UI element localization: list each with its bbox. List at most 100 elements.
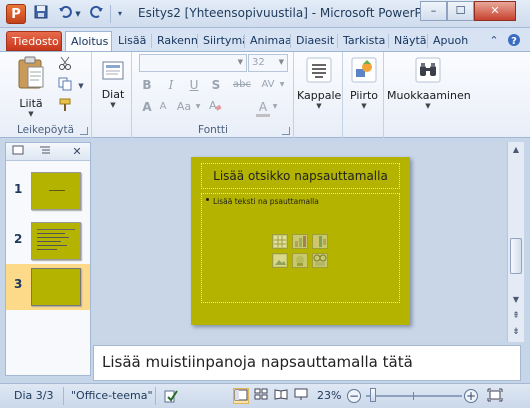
fit-to-window-icon[interactable]: [487, 388, 503, 404]
svg-text:?: ?: [511, 36, 517, 47]
slide-thumbnail-row[interactable]: 1: [6, 170, 90, 218]
slide-thumbnail[interactable]: [31, 222, 81, 260]
slides-group: Diat ▼: [93, 52, 132, 138]
slides-panel: ✕ 1 2 3: [5, 142, 91, 376]
italic-button[interactable]: I: [163, 77, 179, 93]
new-slide-button[interactable]: Diat ▼: [96, 60, 130, 109]
scroll-down-icon[interactable]: ▼: [508, 292, 524, 308]
strikethrough-button[interactable]: abc: [231, 77, 253, 93]
tab-transitions[interactable]: Siirtymä: [198, 31, 244, 51]
customize-qat-icon[interactable]: ▾: [113, 5, 127, 23]
notes-pane[interactable]: Lisää muistiinpanoja napsauttamalla tätä: [93, 345, 521, 381]
insert-media-icon[interactable]: [312, 253, 328, 268]
tab-view[interactable]: Näytä: [389, 31, 427, 51]
slide-thumbnail[interactable]: [31, 268, 81, 306]
cut-icon[interactable]: [56, 56, 74, 74]
paste-button[interactable]: Liitä ▼: [10, 55, 52, 118]
editing-button[interactable]: Muokkaaminen ▼: [387, 57, 471, 110]
paste-dropdown-icon[interactable]: ▼: [10, 110, 52, 118]
paragraph-button[interactable]: Kappale ▼: [297, 57, 341, 110]
font-name-dropdown-icon[interactable]: ▼: [238, 58, 243, 66]
content-placeholder[interactable]: Lisää teksti na psauttamalla: [201, 193, 400, 303]
font-color-button[interactable]: A: [255, 99, 271, 115]
next-slide-icon[interactable]: ⇟: [508, 324, 524, 340]
redo-icon[interactable]: [88, 5, 106, 23]
zoom-slider-track[interactable]: [366, 392, 462, 400]
font-size-dropdown-icon[interactable]: ▼: [279, 58, 284, 66]
shadow-button[interactable]: S: [208, 77, 224, 93]
tab-file[interactable]: Tiedosto: [6, 31, 62, 51]
outline-tab-icon[interactable]: [36, 144, 54, 160]
insert-chart-icon[interactable]: [292, 234, 308, 249]
tab-slideshow[interactable]: Diaesit: [291, 31, 337, 51]
tab-animations[interactable]: Animaa: [245, 31, 290, 51]
scrollbar-thumb[interactable]: [510, 238, 522, 274]
previous-slide-icon[interactable]: ⇞: [508, 308, 524, 324]
slide-thumbnail-row[interactable]: 2: [6, 220, 90, 268]
paragraph-dropdown-icon[interactable]: ▼: [297, 102, 341, 110]
undo-dropdown-icon[interactable]: ▼: [73, 5, 83, 23]
clear-formatting-icon[interactable]: A: [207, 98, 223, 114]
slide-thumbnail-row-selected[interactable]: 3: [6, 264, 90, 310]
character-spacing-button[interactable]: AV: [258, 77, 278, 93]
paste-label: Liitä: [19, 97, 43, 110]
zoom-in-icon[interactable]: +: [464, 389, 478, 403]
tab-addins[interactable]: Apuoh: [428, 31, 472, 51]
zoom-out-icon[interactable]: −: [347, 389, 361, 403]
copy-dropdown-icon[interactable]: ▼: [72, 77, 90, 95]
tab-review[interactable]: Tarkista: [338, 31, 388, 51]
slide-number: 3: [14, 277, 23, 291]
drawing-dropdown-icon[interactable]: ▼: [344, 102, 384, 110]
normal-view-icon[interactable]: [233, 388, 249, 404]
font-name-select[interactable]: ▼: [139, 54, 247, 72]
format-painter-icon[interactable]: [56, 98, 74, 116]
insert-clipart-icon[interactable]: [292, 253, 308, 268]
font-size-select[interactable]: 32 ▼: [248, 54, 288, 72]
theme-name[interactable]: "Office-teema": [71, 389, 153, 402]
change-case-button[interactable]: Aa: [173, 99, 195, 115]
slide-sorter-view-icon[interactable]: [253, 388, 269, 404]
tab-home[interactable]: Aloitus: [65, 31, 112, 51]
slide-thumbnail[interactable]: [31, 172, 81, 210]
zoom-slider-thumb[interactable]: [369, 388, 376, 402]
powerpoint-app-icon[interactable]: P: [6, 4, 26, 24]
grow-font-button[interactable]: A: [139, 99, 155, 115]
insert-picture-icon[interactable]: [272, 253, 288, 268]
undo-icon[interactable]: [56, 5, 74, 23]
slideshow-view-icon[interactable]: [293, 388, 309, 404]
case-dropdown-icon[interactable]: ▼: [194, 99, 202, 115]
drawing-button[interactable]: Piirto ▼: [344, 57, 384, 110]
minimize-ribbon-icon[interactable]: ⌃: [486, 33, 502, 49]
maximize-button[interactable]: ☐: [447, 1, 474, 21]
reading-view-icon[interactable]: [273, 388, 289, 404]
help-icon[interactable]: ?: [506, 33, 522, 49]
close-button[interactable]: ✕: [474, 1, 516, 21]
font-group-label: Fontti: [198, 124, 228, 136]
workspace: ✕ 1 2 3 Lisää otsikko napsauttamalla Lis…: [0, 139, 530, 383]
zoom-level[interactable]: 23%: [317, 389, 341, 402]
close-panel-icon[interactable]: ✕: [68, 144, 86, 160]
font-color-dropdown-icon[interactable]: ▼: [271, 99, 279, 115]
tab-insert[interactable]: Lisää: [113, 31, 151, 51]
scroll-up-icon[interactable]: ▲: [508, 142, 524, 158]
proofing-icon[interactable]: [163, 388, 179, 404]
underline-button[interactable]: U: [186, 77, 202, 93]
insert-smartart-icon[interactable]: [312, 234, 328, 249]
font-dialog-launcher[interactable]: [282, 127, 290, 135]
save-icon[interactable]: [33, 5, 49, 23]
bold-button[interactable]: B: [139, 77, 155, 93]
title-placeholder[interactable]: Lisää otsikko napsauttamalla: [201, 163, 400, 189]
new-slide-dropdown-icon[interactable]: ▼: [96, 101, 130, 109]
insert-table-icon[interactable]: [272, 234, 288, 249]
zoom-center-tick: [413, 392, 414, 400]
minimize-button[interactable]: –: [420, 1, 447, 21]
spacing-dropdown-icon[interactable]: ▼: [278, 77, 286, 93]
new-slide-label: Diat: [101, 88, 125, 101]
vertical-scrollbar[interactable]: ▲ ▼ ⇞ ⇟: [507, 142, 524, 342]
editing-dropdown-icon[interactable]: ▼: [387, 102, 469, 110]
slides-tab-icon[interactable]: [9, 144, 27, 160]
tab-design[interactable]: Rakenn: [152, 31, 197, 51]
shrink-font-button[interactable]: A: [155, 99, 171, 115]
clipboard-dialog-launcher[interactable]: [80, 127, 88, 135]
status-separator: [155, 387, 156, 405]
